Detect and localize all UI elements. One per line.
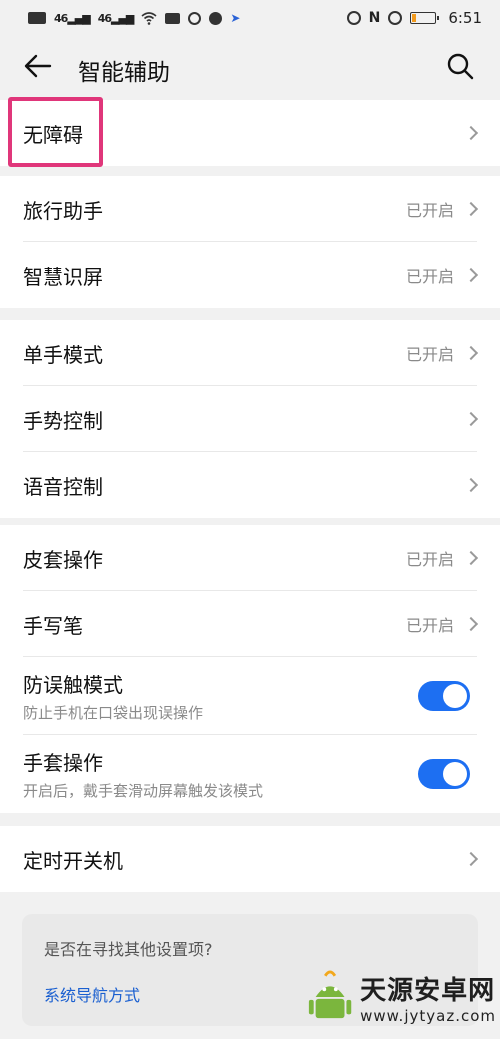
watermark-text: 天源安卓网 www.jytyaz.com	[360, 970, 496, 1025]
settings-group-cover: 皮套操作 已开启 手写笔 已开启 防误触模式 防止手机在口袋出现误操作 手套操作…	[0, 525, 500, 813]
accidental-touch-toggle[interactable]	[418, 681, 470, 711]
glove-mode-toggle[interactable]	[418, 759, 470, 789]
chevron-right-icon	[463, 125, 479, 141]
battery-fill	[412, 14, 417, 22]
chevron-right-icon	[463, 477, 479, 493]
row-glove-mode: 手套操作 开启后，戴手套滑动屏幕触发该模式	[0, 735, 500, 813]
android-logo-icon	[308, 970, 352, 1019]
chevron-right-icon	[463, 550, 479, 566]
settings-group-assistant: 旅行助手 已开启 智慧识屏 已开启	[0, 176, 500, 308]
row-status: 已开启	[405, 201, 454, 220]
chevron-right-icon	[463, 267, 479, 283]
title-bar: 智能辅助	[0, 36, 500, 100]
toggle-knob	[443, 762, 467, 786]
app2-icon	[209, 11, 223, 25]
suggestion-link[interactable]: 系统导航方式	[44, 982, 140, 1006]
signal-4g-icon: 46▂▄▆	[54, 11, 91, 25]
watermark-url: www.jytyaz.com	[360, 1006, 496, 1025]
chevron-right-icon	[463, 345, 479, 361]
settings-group-accessibility: 无障碍	[0, 100, 500, 166]
vibrate-icon	[346, 11, 361, 25]
row-label: 手势控制	[23, 408, 103, 433]
alarm-icon	[388, 11, 403, 25]
row-label: 定时开关机	[23, 848, 123, 873]
status-left: 46▂▄▆ 46▂▄▆ ➤	[28, 11, 240, 25]
search-icon	[447, 53, 474, 80]
row-subtitle: 开启后，戴手套滑动屏幕触发该模式	[23, 782, 264, 800]
signal-4g-icon: 46▂▄▆	[97, 11, 135, 25]
hd-icon	[28, 12, 46, 24]
row-accessibility[interactable]: 无障碍	[0, 100, 500, 166]
watermark-name: 天源安卓网	[360, 975, 496, 1006]
chevron-right-icon	[463, 616, 479, 632]
row-label: 手写笔	[23, 613, 83, 638]
row-label: 语音控制	[23, 474, 103, 499]
row-one-hand-mode[interactable]: 单手模式 已开启	[0, 320, 500, 386]
page-title: 智能辅助	[78, 60, 170, 86]
search-button[interactable]	[444, 50, 476, 82]
row-status: 已开启	[405, 616, 454, 635]
row-voice-control[interactable]: 语音控制	[0, 452, 500, 518]
row-scheduled-power[interactable]: 定时开关机	[0, 826, 500, 892]
row-label: 智慧识屏	[23, 264, 103, 289]
row-label: 皮套操作	[23, 547, 103, 572]
status-bar: 46▂▄▆ 46▂▄▆ ➤ N 6:51	[0, 0, 500, 36]
wifi-icon	[141, 12, 157, 25]
nfc-icon: N	[368, 10, 381, 26]
row-gesture-control[interactable]: 手势控制	[0, 386, 500, 452]
settings-group-control: 单手模式 已开启 手势控制 语音控制	[0, 320, 500, 518]
row-label: 防误触模式	[23, 673, 123, 697]
settings-group-schedule: 定时开关机	[0, 826, 500, 892]
suggestion-question: 是否在寻找其他设置项?	[44, 940, 213, 959]
chevron-right-icon	[463, 411, 479, 427]
status-right: N 6:51	[346, 9, 482, 27]
chevron-right-icon	[463, 851, 479, 867]
row-label: 手套操作	[23, 751, 103, 775]
row-travel-assistant[interactable]: 旅行助手 已开启	[0, 176, 500, 242]
back-arrow-icon	[24, 54, 52, 78]
row-label: 无障碍	[23, 122, 83, 147]
toggle-knob	[443, 684, 467, 708]
row-smart-screen-recognition[interactable]: 智慧识屏 已开启	[0, 242, 500, 308]
arrow-icon: ➤	[230, 11, 241, 25]
row-label: 旅行助手	[23, 198, 103, 223]
row-cover-operation[interactable]: 皮套操作 已开启	[0, 525, 500, 591]
watermark: 天源安卓网 www.jytyaz.com	[306, 960, 496, 1034]
status-time: 6:51	[448, 9, 482, 27]
row-stylus[interactable]: 手写笔 已开启	[0, 591, 500, 657]
row-accidental-touch: 防误触模式 防止手机在口袋出现误操作	[0, 657, 500, 735]
row-label: 单手模式	[23, 342, 103, 367]
row-subtitle: 防止手机在口袋出现误操作	[23, 704, 204, 722]
back-button[interactable]	[22, 50, 54, 82]
chevron-right-icon	[463, 201, 479, 217]
row-status: 已开启	[405, 550, 454, 569]
row-status: 已开启	[405, 345, 454, 364]
row-status: 已开启	[405, 267, 454, 286]
battery-icon	[410, 12, 440, 24]
briefcase-icon	[165, 12, 181, 24]
app-icon	[188, 11, 202, 25]
